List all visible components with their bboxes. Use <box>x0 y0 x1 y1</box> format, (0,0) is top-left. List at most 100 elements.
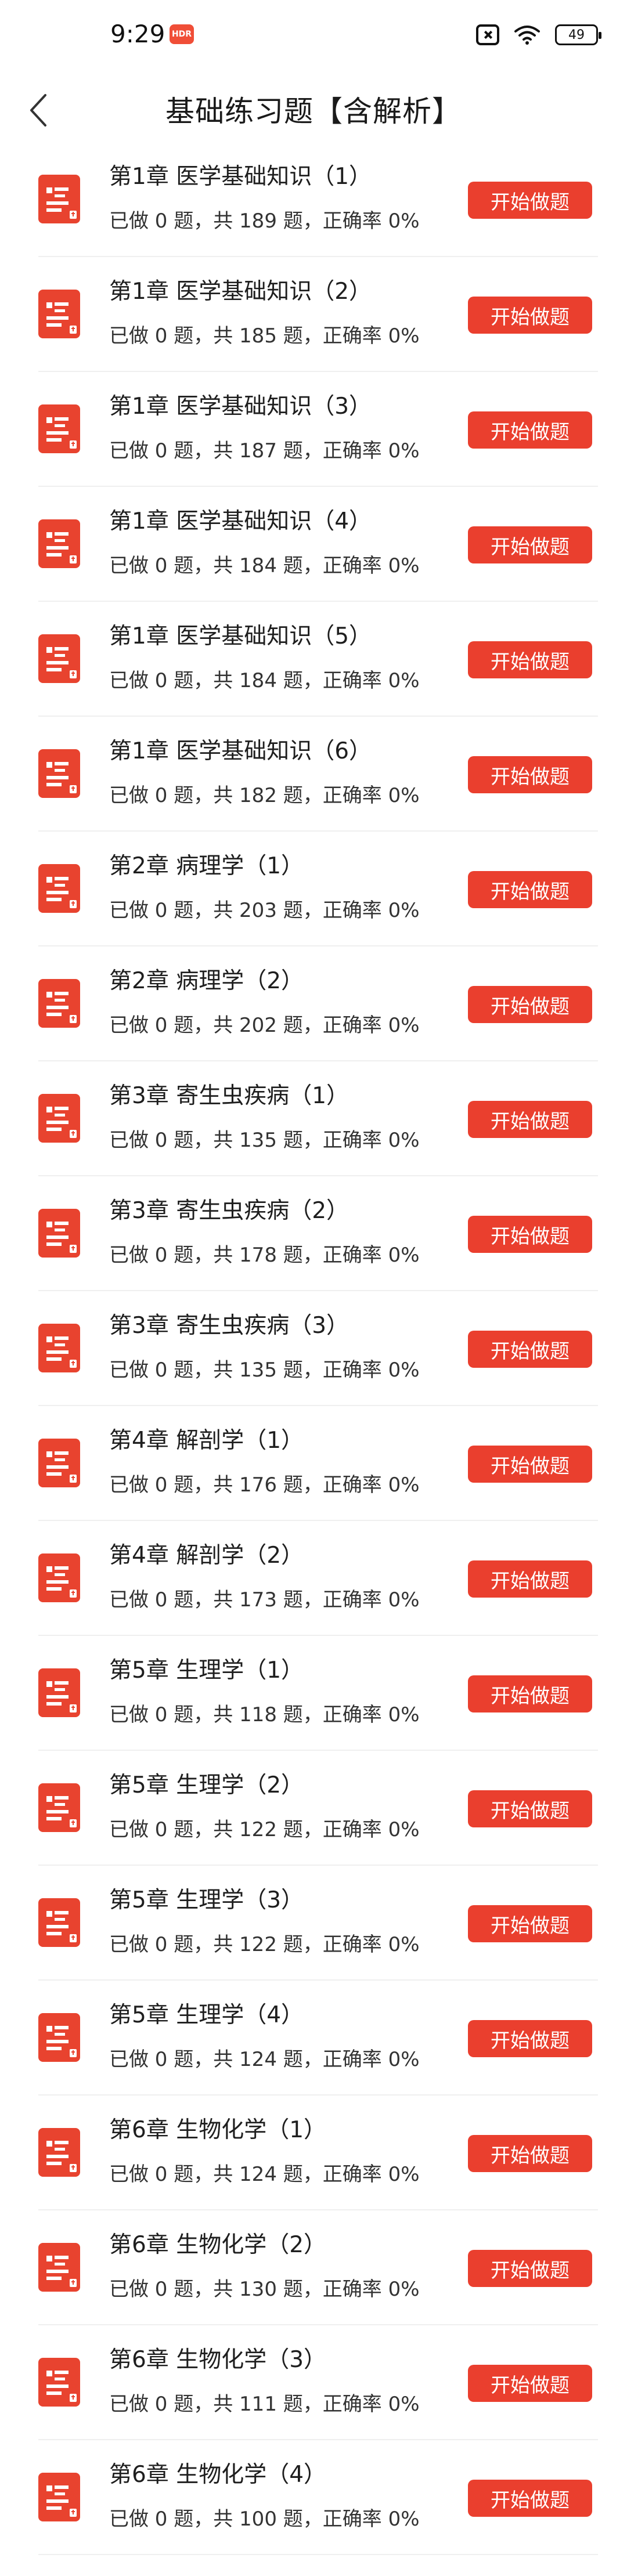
list-item[interactable]: 第6章 生物化学（3） 已做 0 题，共 111 题，正确率 0% 开始做题 <box>0 2325 627 2440</box>
document-list-icon <box>38 175 80 223</box>
start-practice-button[interactable]: 开始做题 <box>468 641 592 678</box>
list-item[interactable]: 第6章 生物化学（1） 已做 0 题，共 124 题，正确率 0% 开始做题 <box>0 2096 627 2210</box>
item-progress: 已做 0 题，共 135 题，正确率 0% <box>109 1359 420 1382</box>
item-title: 第1章 医学基础知识（1） <box>109 164 372 190</box>
start-practice-button[interactable]: 开始做题 <box>468 2020 592 2057</box>
document-list-icon <box>38 2243 80 2292</box>
document-list-icon <box>38 1439 80 1487</box>
item-title: 第6章 生物化学（2） <box>109 2232 327 2258</box>
item-title: 第6章 生物化学（3） <box>109 2347 327 2373</box>
item-progress: 已做 0 题，共 185 题，正确率 0% <box>109 324 420 348</box>
list-item[interactable]: 第3章 寄生虫疾病（2） 已做 0 题，共 178 题，正确率 0% 开始做题 <box>0 1176 627 1291</box>
list-item[interactable]: 第3章 寄生虫疾病（3） 已做 0 题，共 135 题，正确率 0% 开始做题 <box>0 1291 627 1406</box>
item-title: 第6章 生物化学（1） <box>109 2117 327 2143</box>
start-practice-button[interactable]: 开始做题 <box>468 986 592 1023</box>
list-item[interactable]: 第5章 生理学（1） 已做 0 题，共 118 题，正确率 0% 开始做题 <box>0 1636 627 1751</box>
document-list-icon <box>38 290 80 338</box>
divider <box>38 2554 598 2555</box>
list-item[interactable]: 第4章 解剖学（1） 已做 0 题，共 176 题，正确率 0% 开始做题 <box>0 1406 627 1521</box>
item-title: 第2章 病理学（1） <box>109 853 304 879</box>
start-practice-button[interactable]: 开始做题 <box>468 871 592 908</box>
app-header: 基础练习题【含解析】 <box>0 70 627 149</box>
list-item[interactable]: 第1章 医学基础知识（4） 已做 0 题，共 184 题，正确率 0% 开始做题 <box>0 487 627 602</box>
start-practice-button[interactable]: 开始做题 <box>468 1905 592 1942</box>
battery-icon: 49 <box>555 24 601 45</box>
item-title: 第4章 解剖学（2） <box>109 1542 304 1569</box>
start-practice-button[interactable]: 开始做题 <box>468 1446 592 1483</box>
document-list-icon <box>38 979 80 1028</box>
item-progress: 已做 0 题，共 176 题，正确率 0% <box>109 1473 420 1497</box>
item-progress: 已做 0 题，共 182 题，正确率 0% <box>109 784 420 807</box>
start-practice-button[interactable]: 开始做题 <box>468 756 592 793</box>
list-item[interactable]: 第1章 医学基础知识（6） 已做 0 题，共 182 题，正确率 0% 开始做题 <box>0 717 627 832</box>
item-title: 第2章 病理学（2） <box>109 968 304 994</box>
item-title: 第4章 解剖学（1） <box>109 1428 304 1454</box>
sim-blocked-icon <box>476 24 499 45</box>
start-practice-button[interactable]: 开始做题 <box>468 2480 592 2517</box>
item-title: 第5章 生理学（1） <box>109 1657 304 1683</box>
list-item[interactable]: 第5章 生理学（2） 已做 0 题，共 122 题，正确率 0% 开始做题 <box>0 1751 627 1866</box>
item-progress: 已做 0 题，共 173 题，正确率 0% <box>109 1588 420 1612</box>
list-item[interactable]: 第2章 病理学（2） 已做 0 题，共 202 题，正确率 0% 开始做题 <box>0 946 627 1061</box>
start-practice-button[interactable]: 开始做题 <box>468 526 592 563</box>
document-list-icon <box>38 1783 80 1832</box>
item-progress: 已做 0 题，共 184 题，正确率 0% <box>109 554 420 577</box>
document-list-icon <box>38 1668 80 1717</box>
item-progress: 已做 0 题，共 122 题，正确率 0% <box>109 1933 420 1956</box>
item-title: 第3章 寄生虫疾病（3） <box>109 1313 349 1339</box>
item-progress: 已做 0 题，共 111 题，正确率 0% <box>109 2393 420 2416</box>
list-item[interactable]: 第1章 医学基础知识（5） 已做 0 题，共 184 题，正确率 0% 开始做题 <box>0 602 627 717</box>
start-practice-button[interactable]: 开始做题 <box>468 1101 592 1138</box>
item-progress: 已做 0 题，共 130 题，正确率 0% <box>109 2278 420 2301</box>
document-list-icon <box>38 864 80 913</box>
list-item[interactable]: 第5章 生理学（3） 已做 0 题，共 122 题，正确率 0% 开始做题 <box>0 1866 627 1981</box>
document-list-icon <box>38 749 80 798</box>
list-item[interactable]: 第1章 医学基础知识（3） 已做 0 题，共 187 题，正确率 0% 开始做题 <box>0 372 627 487</box>
item-progress: 已做 0 题，共 202 题，正确率 0% <box>109 1014 420 1037</box>
list-item[interactable]: 第1章 医学基础知识（2） 已做 0 题，共 185 题，正确率 0% 开始做题 <box>0 257 627 372</box>
document-list-icon <box>38 404 80 453</box>
item-progress: 已做 0 题，共 135 题，正确率 0% <box>109 1129 420 1152</box>
item-title: 第3章 寄生虫疾病（1） <box>109 1083 349 1109</box>
item-title: 第1章 医学基础知识（5） <box>109 623 372 649</box>
item-title: 第5章 生理学（2） <box>109 1772 304 1798</box>
list-item[interactable]: 第6章 生物化学（4） 已做 0 题，共 100 题，正确率 0% 开始做题 <box>0 2440 627 2555</box>
document-list-icon <box>38 634 80 683</box>
start-practice-button[interactable]: 开始做题 <box>468 2365 592 2402</box>
status-icons: 49 <box>476 21 601 49</box>
hdr-badge-icon: HDR <box>170 24 194 44</box>
list-item[interactable]: 第5章 生理学（4） 已做 0 题，共 124 题，正确率 0% 开始做题 <box>0 1981 627 2096</box>
item-progress: 已做 0 题，共 124 题，正确率 0% <box>109 2048 420 2071</box>
start-practice-button[interactable]: 开始做题 <box>468 2135 592 2172</box>
list-item[interactable]: 第2章 病理学（1） 已做 0 题，共 203 题，正确率 0% 开始做题 <box>0 832 627 946</box>
document-list-icon <box>38 2013 80 2062</box>
item-title: 第1章 医学基础知识（6） <box>109 738 372 764</box>
item-progress: 已做 0 题，共 118 题，正确率 0% <box>109 1703 420 1726</box>
document-list-icon <box>38 1898 80 1947</box>
start-practice-button[interactable]: 开始做题 <box>468 1216 592 1253</box>
start-practice-button[interactable]: 开始做题 <box>468 411 592 449</box>
start-practice-button[interactable]: 开始做题 <box>468 1331 592 1368</box>
start-practice-button[interactable]: 开始做题 <box>468 1790 592 1827</box>
list-item[interactable]: 第3章 寄生虫疾病（1） 已做 0 题，共 135 题，正确率 0% 开始做题 <box>0 1061 627 1176</box>
item-title: 第5章 生理学（3） <box>109 1887 304 1913</box>
list-item[interactable]: 第6章 生物化学（2） 已做 0 题，共 130 题，正确率 0% 开始做题 <box>0 2210 627 2325</box>
item-title: 第5章 生理学（4） <box>109 2002 304 2028</box>
document-list-icon <box>38 2473 80 2521</box>
document-list-icon <box>38 1324 80 1372</box>
start-practice-button[interactable]: 开始做题 <box>468 1560 592 1598</box>
list-item[interactable]: 第4章 解剖学（2） 已做 0 题，共 173 题，正确率 0% 开始做题 <box>0 1521 627 1636</box>
document-list-icon <box>38 1553 80 1602</box>
start-practice-button[interactable]: 开始做题 <box>468 2250 592 2287</box>
document-list-icon <box>38 2128 80 2177</box>
item-progress: 已做 0 题，共 203 题，正确率 0% <box>109 899 420 922</box>
document-list-icon <box>38 2358 80 2407</box>
item-progress: 已做 0 题，共 178 题，正确率 0% <box>109 1244 420 1267</box>
start-practice-button[interactable]: 开始做题 <box>468 182 592 219</box>
start-practice-button[interactable]: 开始做题 <box>468 297 592 334</box>
document-list-icon <box>38 1209 80 1258</box>
list-item[interactable]: 第1章 医学基础知识（1） 已做 0 题，共 189 题，正确率 0% 开始做题 <box>0 142 627 257</box>
start-practice-button[interactable]: 开始做题 <box>468 1675 592 1712</box>
item-progress: 已做 0 题，共 189 题，正确率 0% <box>109 209 420 233</box>
item-progress: 已做 0 题，共 122 题，正确率 0% <box>109 1818 420 1841</box>
